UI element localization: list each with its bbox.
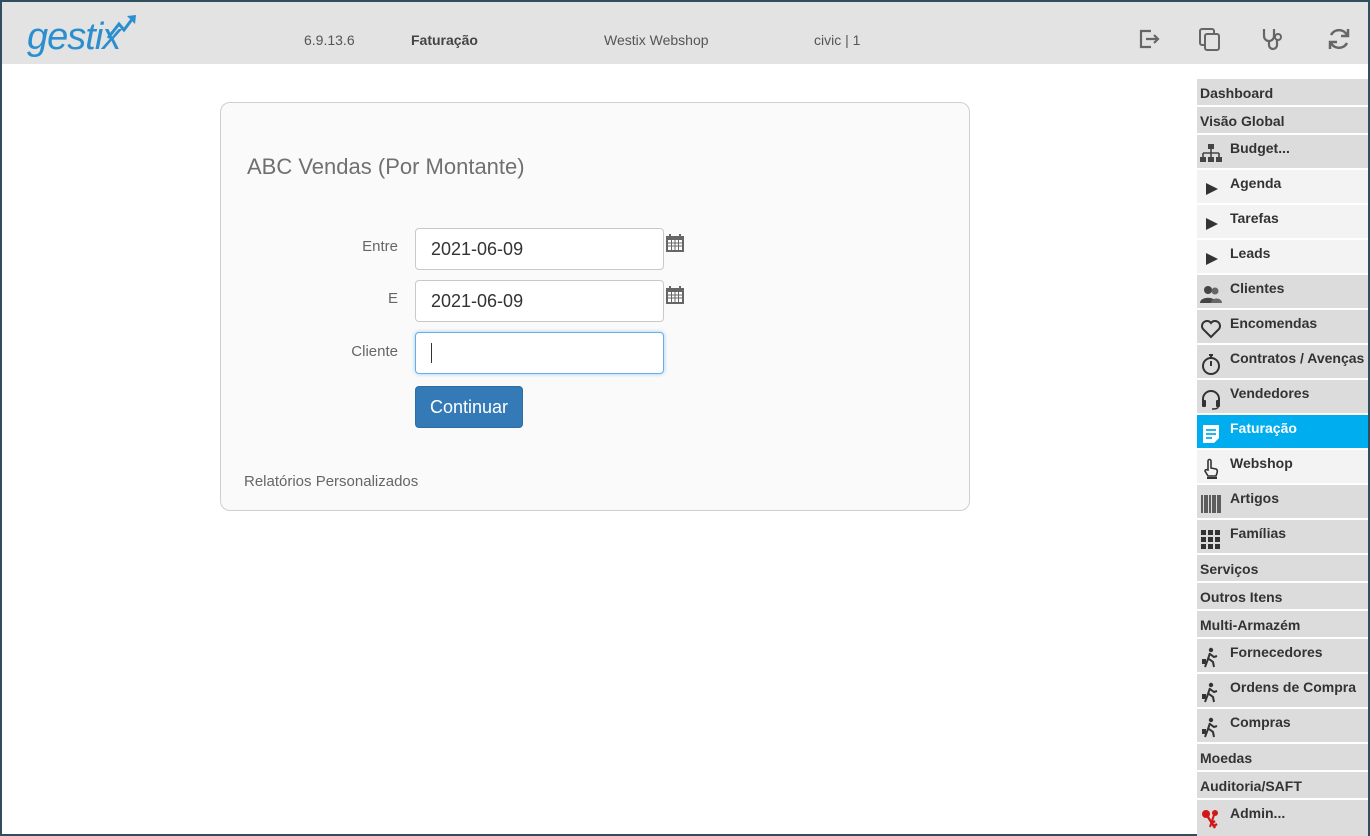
sidebar-item-fornecedores[interactable]: Fornecedores bbox=[1197, 639, 1368, 674]
sidebar-item-label: Budget... bbox=[1230, 140, 1290, 156]
sidebar-item-clientes[interactable]: Clientes bbox=[1197, 275, 1368, 310]
play-icon bbox=[1200, 178, 1222, 200]
sidebar-item-label: Admin... bbox=[1230, 805, 1286, 821]
barcode-icon bbox=[1200, 493, 1222, 515]
start-date-input[interactable] bbox=[415, 228, 664, 270]
sidebar-item-budget[interactable]: Budget... bbox=[1197, 135, 1368, 170]
walking-person-icon bbox=[1200, 682, 1222, 704]
sidebar-item-tarefas[interactable]: Tarefas bbox=[1197, 205, 1368, 240]
sidebar: Dashboard Visão Global Budget... Agenda … bbox=[1197, 64, 1368, 836]
sidebar-item-outros-itens[interactable]: Outros Itens bbox=[1197, 583, 1368, 611]
headset-icon bbox=[1200, 388, 1222, 410]
document-icon bbox=[1200, 423, 1222, 445]
sidebar-item-label: Fornecedores bbox=[1230, 644, 1323, 660]
sidebar-item-leads[interactable]: Leads bbox=[1197, 240, 1368, 275]
text-caret bbox=[431, 343, 432, 363]
play-icon bbox=[1200, 248, 1222, 270]
sidebar-item-label: Dashboard bbox=[1200, 85, 1274, 101]
sidebar-item-familias[interactable]: Famílias bbox=[1197, 520, 1368, 555]
sidebar-item-admin[interactable]: Admin... bbox=[1197, 800, 1368, 836]
sidebar-item-visao-global[interactable]: Visão Global bbox=[1197, 107, 1368, 135]
walking-person-icon bbox=[1200, 647, 1222, 669]
sidebar-item-multi-armazem[interactable]: Multi-Armazém bbox=[1197, 611, 1368, 639]
user-info: civic | 1 bbox=[814, 32, 861, 48]
end-date-input[interactable] bbox=[415, 280, 664, 322]
sidebar-item-label: Auditoria/SAFT bbox=[1200, 778, 1302, 794]
calendar-icon[interactable] bbox=[665, 285, 685, 305]
grid-icon bbox=[1200, 528, 1222, 550]
sidebar-item-label: Compras bbox=[1230, 714, 1291, 730]
start-date-label: Entre bbox=[362, 238, 398, 255]
app-version: 6.9.13.6 bbox=[304, 32, 355, 48]
client-field-wrapper bbox=[415, 332, 664, 374]
calendar-icon[interactable] bbox=[665, 233, 685, 253]
sidebar-item-label: Artigos bbox=[1230, 490, 1279, 506]
shop-name: Westix Webshop bbox=[604, 32, 709, 48]
sidebar-item-artigos[interactable]: Artigos bbox=[1197, 485, 1368, 520]
sidebar-item-label: Visão Global bbox=[1200, 113, 1285, 129]
continue-button[interactable]: Continuar bbox=[415, 386, 523, 428]
sidebar-item-label: Multi-Armazém bbox=[1200, 617, 1301, 633]
users-icon bbox=[1200, 283, 1222, 305]
sidebar-item-encomendas[interactable]: Encomendas bbox=[1197, 310, 1368, 345]
sidebar-item-label: Tarefas bbox=[1230, 210, 1279, 226]
report-card: ABC Vendas (Por Montante) Entre E Client… bbox=[220, 102, 970, 511]
sidebar-item-auditoria-saft[interactable]: Auditoria/SAFT bbox=[1197, 772, 1368, 800]
sidebar-item-label: Clientes bbox=[1230, 280, 1285, 296]
sidebar-item-label: Famílias bbox=[1230, 525, 1287, 541]
sidebar-item-label: Encomendas bbox=[1230, 315, 1318, 331]
sidebar-item-label: Contratos / Avenças bbox=[1230, 350, 1365, 366]
gestix-logo[interactable]: gestix bbox=[27, 12, 142, 58]
keys-icon bbox=[1200, 808, 1222, 830]
client-input[interactable] bbox=[415, 332, 664, 374]
heart-icon bbox=[1200, 318, 1222, 340]
sidebar-item-ordens-compra[interactable]: Ordens de Compra bbox=[1197, 674, 1368, 709]
sidebar-item-label: Moedas bbox=[1200, 750, 1253, 766]
sidebar-item-label: Ordens de Compra bbox=[1230, 679, 1357, 695]
sidebar-item-agenda[interactable]: Agenda bbox=[1197, 170, 1368, 205]
hand-pointer-icon bbox=[1200, 458, 1222, 480]
sidebar-item-contratos[interactable]: Contratos / Avenças bbox=[1197, 345, 1368, 380]
top-bar: gestix 6.9.13.6 Faturação Westix Webshop… bbox=[2, 2, 1368, 64]
report-title: ABC Vendas (Por Montante) bbox=[247, 154, 525, 179]
sidebar-item-moedas[interactable]: Moedas bbox=[1197, 744, 1368, 772]
play-icon bbox=[1200, 213, 1222, 235]
logo-arrow-icon bbox=[106, 15, 136, 39]
sidebar-item-dashboard[interactable]: Dashboard bbox=[1197, 79, 1368, 107]
refresh-icon[interactable] bbox=[1326, 26, 1352, 52]
custom-reports-link[interactable]: Relatórios Personalizados bbox=[244, 473, 418, 490]
walking-person-icon bbox=[1200, 717, 1222, 739]
sidebar-item-label: Faturação bbox=[1230, 420, 1297, 436]
copy-windows-icon[interactable] bbox=[1197, 26, 1223, 52]
sidebar-item-webshop[interactable]: Webshop bbox=[1197, 450, 1368, 485]
current-module: Faturação bbox=[411, 32, 478, 48]
stethoscope-icon[interactable] bbox=[1259, 26, 1285, 52]
sidebar-item-compras[interactable]: Compras bbox=[1197, 709, 1368, 744]
end-date-label: E bbox=[387, 290, 398, 307]
sidebar-item-label: Vendedores bbox=[1230, 385, 1310, 401]
sidebar-item-label: Webshop bbox=[1230, 455, 1293, 471]
stopwatch-icon bbox=[1200, 353, 1222, 375]
logout-icon[interactable] bbox=[1136, 26, 1162, 52]
sidebar-item-label: Leads bbox=[1230, 245, 1271, 261]
org-chart-icon bbox=[1200, 143, 1222, 165]
sidebar-item-label: Serviços bbox=[1200, 561, 1259, 577]
sidebar-item-servicos[interactable]: Serviços bbox=[1197, 555, 1368, 583]
sidebar-item-vendedores[interactable]: Vendedores bbox=[1197, 380, 1368, 415]
sidebar-item-label: Agenda bbox=[1230, 175, 1282, 191]
sidebar-item-faturacao[interactable]: Faturação bbox=[1197, 415, 1368, 450]
sidebar-item-label: Outros Itens bbox=[1200, 589, 1283, 605]
client-label: Cliente bbox=[351, 343, 398, 360]
